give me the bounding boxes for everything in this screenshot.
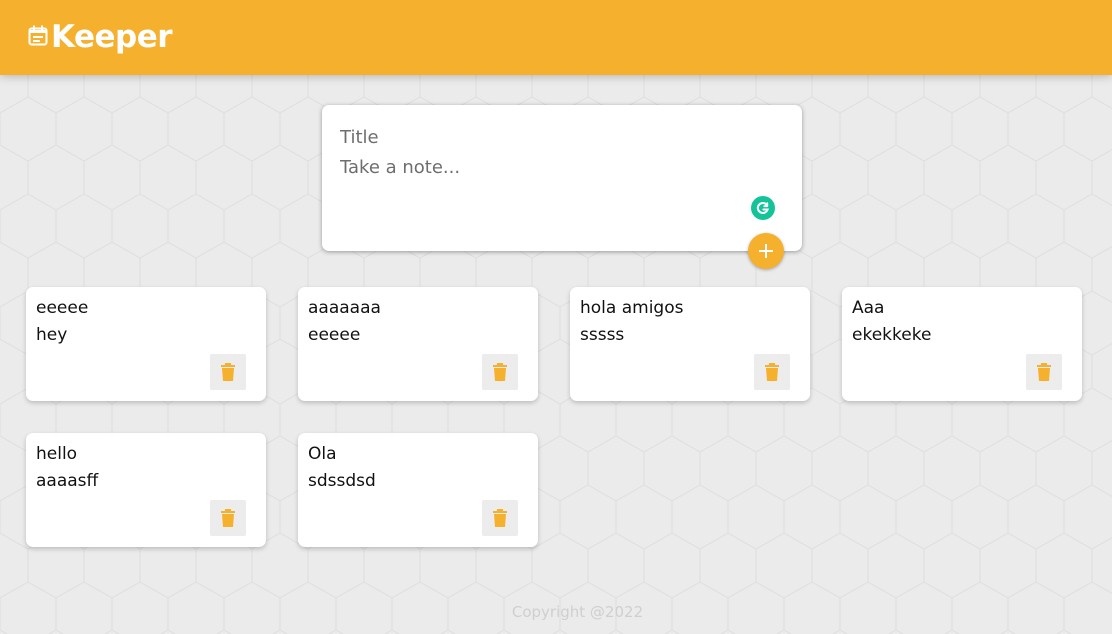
add-note-button[interactable] bbox=[748, 233, 784, 269]
brand: Keeper bbox=[28, 16, 173, 58]
note-content: aaaasff bbox=[36, 471, 99, 491]
trash-icon bbox=[1037, 363, 1051, 381]
delete-note-button[interactable] bbox=[482, 354, 518, 390]
note-content: hey bbox=[36, 325, 68, 345]
delete-note-button[interactable] bbox=[210, 354, 246, 390]
trash-icon bbox=[493, 509, 507, 527]
note-content-input[interactable] bbox=[340, 157, 780, 217]
plus-icon bbox=[759, 244, 773, 258]
note-title: Aaa bbox=[852, 298, 885, 318]
trash-icon bbox=[765, 363, 779, 381]
note-title: aaaaaaa bbox=[308, 298, 381, 318]
grammarly-g-icon bbox=[756, 201, 769, 214]
note-title: hola amigos bbox=[580, 298, 684, 318]
create-note-form bbox=[322, 105, 802, 269]
note-card: Aaa ekekkeke bbox=[842, 287, 1082, 401]
note-card: Ola sdssdsd bbox=[298, 433, 538, 547]
note-card: hello aaaasff bbox=[26, 433, 266, 547]
notes-grid: eeeee hey aaaaaaa eeeee hola amigos ssss… bbox=[26, 287, 1086, 547]
trash-icon bbox=[221, 509, 235, 527]
note-content: sssss bbox=[580, 325, 625, 345]
copyright-text: Copyright @2022 bbox=[511, 603, 644, 621]
trash-icon bbox=[493, 363, 507, 381]
delete-note-button[interactable] bbox=[482, 500, 518, 536]
grammarly-icon[interactable] bbox=[751, 196, 775, 220]
delete-note-button[interactable] bbox=[210, 500, 246, 536]
note-title: eeeee bbox=[36, 298, 89, 318]
delete-note-button[interactable] bbox=[1026, 354, 1062, 390]
note-title-input[interactable] bbox=[340, 125, 780, 149]
note-title: Ola bbox=[308, 444, 337, 464]
note-title: hello bbox=[36, 444, 78, 464]
note-card: hola amigos sssss bbox=[570, 287, 810, 401]
delete-note-button[interactable] bbox=[754, 354, 790, 390]
trash-icon bbox=[221, 363, 235, 381]
brand-title: Keeper bbox=[51, 19, 173, 55]
note-icon bbox=[28, 25, 48, 46]
note-content: ekekkeke bbox=[852, 325, 932, 345]
note-card: eeeee hey bbox=[26, 287, 266, 401]
note-content: eeeee bbox=[308, 325, 361, 345]
note-card: aaaaaaa eeeee bbox=[298, 287, 538, 401]
app-header: Keeper bbox=[0, 0, 1112, 75]
footer: Copyright @2022 bbox=[0, 603, 1112, 621]
note-content: sdssdsd bbox=[308, 471, 376, 491]
